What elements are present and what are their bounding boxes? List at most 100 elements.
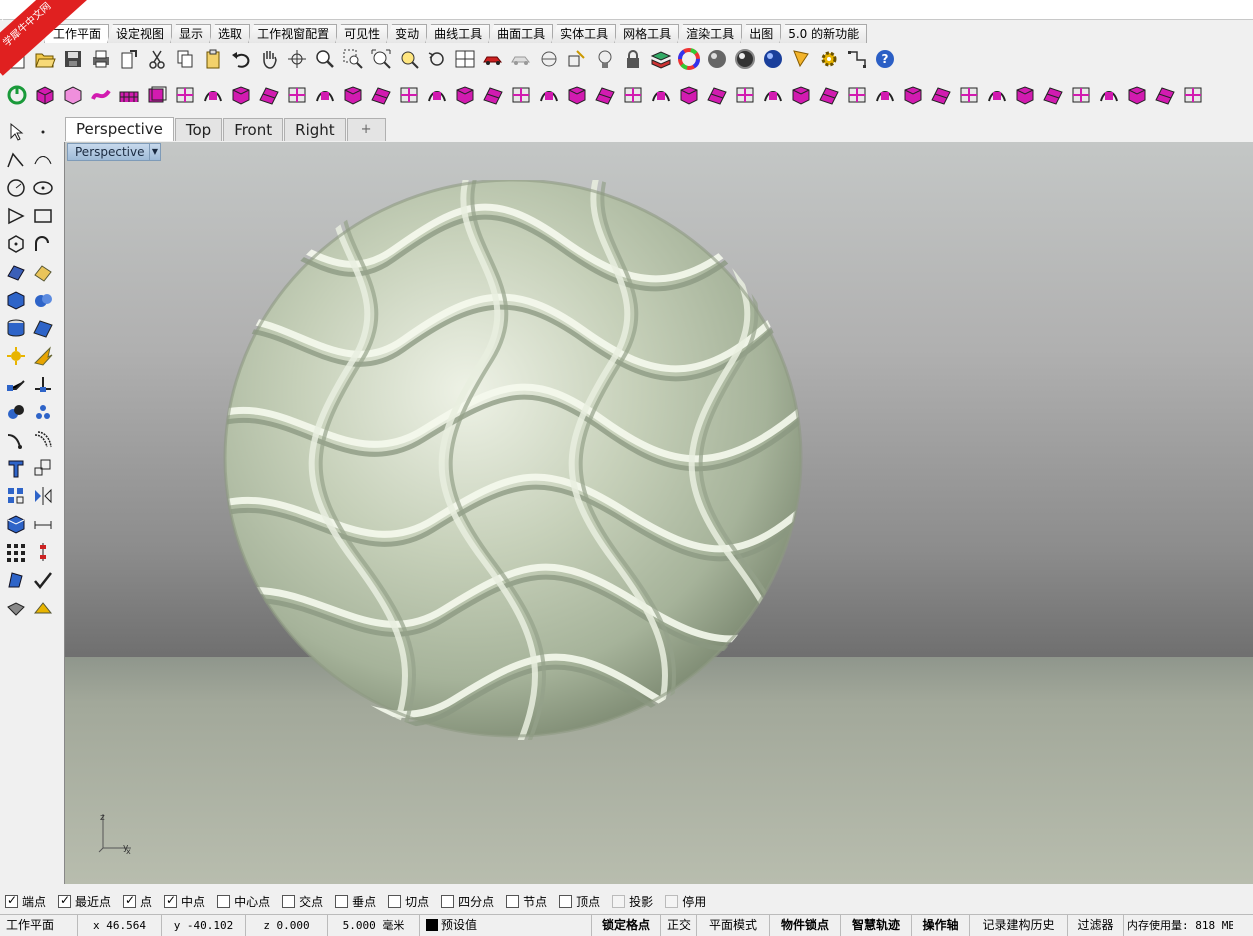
- rectangle-icon[interactable]: [30, 203, 56, 229]
- tab-drafting[interactable]: 出图: [740, 24, 782, 43]
- osnap-option[interactable]: 垂点: [335, 893, 376, 910]
- zoom-window-icon[interactable]: [340, 46, 366, 72]
- patch-grid-icon[interactable]: [1096, 82, 1122, 108]
- target-icon[interactable]: [928, 82, 954, 108]
- power-icon[interactable]: [4, 82, 30, 108]
- boolean-icon[interactable]: [30, 343, 56, 369]
- osnap-checkbox[interactable]: [123, 893, 137, 908]
- curve-arrow-icon[interactable]: [172, 82, 198, 108]
- zoom-icon[interactable]: [312, 46, 338, 72]
- osnap-option[interactable]: 中心点: [217, 893, 270, 910]
- osnap-checkbox[interactable]: [164, 893, 178, 908]
- fork-icon[interactable]: [844, 82, 870, 108]
- circle-icon[interactable]: [3, 175, 29, 201]
- help-icon[interactable]: ?: [872, 46, 898, 72]
- text-icon[interactable]: [3, 455, 29, 481]
- osnap-option[interactable]: 节点: [506, 893, 547, 910]
- cylinder-icon[interactable]: [3, 315, 29, 341]
- polyline-icon[interactable]: [3, 147, 29, 173]
- four-viewports-icon[interactable]: [452, 46, 478, 72]
- ellipse-icon[interactable]: [30, 175, 56, 201]
- cross-icon[interactable]: [1124, 82, 1150, 108]
- surface-icon[interactable]: [3, 259, 29, 285]
- arch-icon[interactable]: [284, 82, 310, 108]
- osnap-option[interactable]: 顶点: [559, 893, 600, 910]
- arc-icon[interactable]: [3, 203, 29, 229]
- scale-icon[interactable]: [30, 455, 56, 481]
- osnap-checkbox[interactable]: [217, 894, 231, 908]
- loft-icon[interactable]: [256, 82, 282, 108]
- dimension-linear-icon[interactable]: [30, 511, 56, 537]
- polygon-icon[interactable]: [3, 231, 29, 257]
- array-grid-icon[interactable]: [3, 539, 29, 565]
- select-points-icon[interactable]: [564, 46, 590, 72]
- dodecahedron-icon[interactable]: [984, 82, 1010, 108]
- fold-icon[interactable]: [704, 82, 730, 108]
- wavy-sphere-model[interactable]: [223, 180, 803, 740]
- point-icon[interactable]: [30, 119, 56, 145]
- grid-icon[interactable]: [116, 82, 142, 108]
- select-arrow-icon[interactable]: [3, 119, 29, 145]
- tab-display[interactable]: 显示: [170, 24, 212, 43]
- osnap-toggle[interactable]: 物件锁点: [770, 915, 841, 936]
- box-icon[interactable]: [32, 82, 58, 108]
- layer-selector[interactable]: 预设值: [420, 915, 592, 936]
- rebuild-icon[interactable]: [228, 82, 254, 108]
- comb-icon[interactable]: [1012, 82, 1038, 108]
- align-icon[interactable]: [3, 483, 29, 509]
- undo-icon[interactable]: [228, 46, 254, 72]
- surface-grid-icon[interactable]: [508, 82, 534, 108]
- ribbon-icon[interactable]: [732, 82, 758, 108]
- car-ghosted-icon[interactable]: [508, 46, 534, 72]
- shaded-sphere-icon[interactable]: [704, 46, 730, 72]
- pan-hand-icon[interactable]: [256, 46, 282, 72]
- twist-icon[interactable]: [452, 82, 478, 108]
- tab-top[interactable]: Top: [174, 118, 223, 141]
- mirror-icon[interactable]: [30, 483, 56, 509]
- layers-icon[interactable]: [816, 82, 842, 108]
- osnap-checkbox[interactable]: [441, 894, 455, 908]
- cplane-indicator[interactable]: 工作平面: [0, 915, 78, 936]
- grid-delete-icon[interactable]: [592, 82, 618, 108]
- osnap-option[interactable]: 四分点: [441, 893, 494, 910]
- trim-icon[interactable]: [3, 371, 29, 397]
- solid-block-icon[interactable]: [1152, 82, 1178, 108]
- osnap-option[interactable]: 中点: [164, 893, 205, 910]
- grid-select-icon[interactable]: [536, 82, 562, 108]
- tab-set-view[interactable]: 设定视图: [107, 24, 173, 43]
- array-icon[interactable]: [30, 399, 56, 425]
- split-icon[interactable]: [30, 371, 56, 397]
- car-icon[interactable]: [480, 46, 506, 72]
- stack-icon[interactable]: [564, 82, 590, 108]
- branch-icon[interactable]: [872, 82, 898, 108]
- rendered-sphere-icon[interactable]: [732, 46, 758, 72]
- layer-icon[interactable]: [648, 46, 674, 72]
- curve-icon[interactable]: [30, 147, 56, 173]
- extrude-icon[interactable]: [312, 82, 338, 108]
- tab-solid-tools[interactable]: 实体工具: [551, 24, 617, 43]
- sphere-icon[interactable]: [30, 287, 56, 313]
- solid-box-icon[interactable]: [3, 287, 29, 313]
- record-history-toggle[interactable]: 记录建构历史: [970, 915, 1068, 936]
- planar-toggle[interactable]: 平面模式: [697, 915, 770, 936]
- rotate-view-icon[interactable]: [284, 46, 310, 72]
- frame-icon[interactable]: [620, 82, 646, 108]
- patch-icon[interactable]: [1068, 82, 1094, 108]
- open-folder-icon[interactable]: [32, 46, 58, 72]
- frame-split-icon[interactable]: [648, 82, 674, 108]
- gear-icon[interactable]: [1180, 82, 1206, 108]
- cube-solid-icon[interactable]: [424, 82, 450, 108]
- tab-visibility[interactable]: 可见性: [335, 24, 389, 43]
- point-grid-icon[interactable]: [760, 82, 786, 108]
- offset-icon[interactable]: [3, 427, 29, 453]
- lock-icon[interactable]: [620, 46, 646, 72]
- gumball-toggle[interactable]: 操作轴: [912, 915, 970, 936]
- osnap-option[interactable]: 停用: [665, 893, 706, 910]
- new-file-icon[interactable]: [4, 46, 30, 72]
- osnap-option[interactable]: 端点: [5, 893, 46, 910]
- filter-button[interactable]: 过滤器: [1068, 915, 1124, 936]
- paste-icon[interactable]: [200, 46, 226, 72]
- dimension-icon[interactable]: [536, 46, 562, 72]
- box-edit-icon[interactable]: [144, 82, 170, 108]
- tab-front[interactable]: Front: [223, 118, 284, 141]
